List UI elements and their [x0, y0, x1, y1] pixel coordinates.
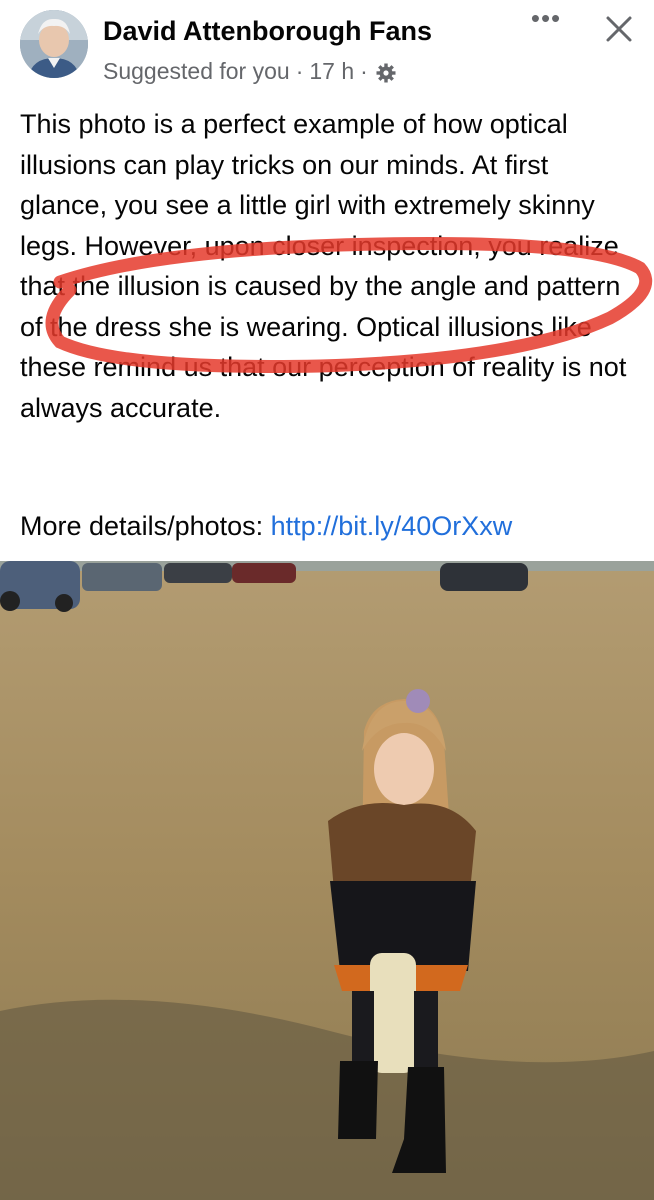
close-icon[interactable]: [602, 12, 636, 46]
post-body: This photo is a perfect example of how o…: [20, 104, 640, 428]
post-photo-image: [0, 561, 654, 1200]
more-options-button[interactable]: •••: [526, 5, 566, 38]
details-line: More details/photos: http://bit.ly/40OrX…: [20, 506, 512, 546]
post-header: David Attenborough Fans Suggested for yo…: [0, 0, 654, 100]
meta-separator: ·: [295, 58, 304, 84]
avatar[interactable]: [20, 10, 88, 78]
meta-separator: ·: [360, 58, 368, 84]
post-meta: Suggested for you · 17 h ·: [103, 58, 396, 85]
page-name[interactable]: David Attenborough Fans: [103, 16, 432, 47]
details-link[interactable]: http://bit.ly/40OrXxw: [271, 511, 513, 541]
gear-icon: [376, 63, 396, 82]
details-label: More details/photos:: [20, 511, 264, 541]
post-body-text: This photo is a perfect example of how o…: [20, 109, 627, 423]
suggested-label: Suggested for you: [103, 58, 290, 84]
post-time[interactable]: 17 h: [309, 58, 354, 85]
avatar-image: [20, 10, 88, 78]
post-photo[interactable]: [0, 561, 654, 1200]
